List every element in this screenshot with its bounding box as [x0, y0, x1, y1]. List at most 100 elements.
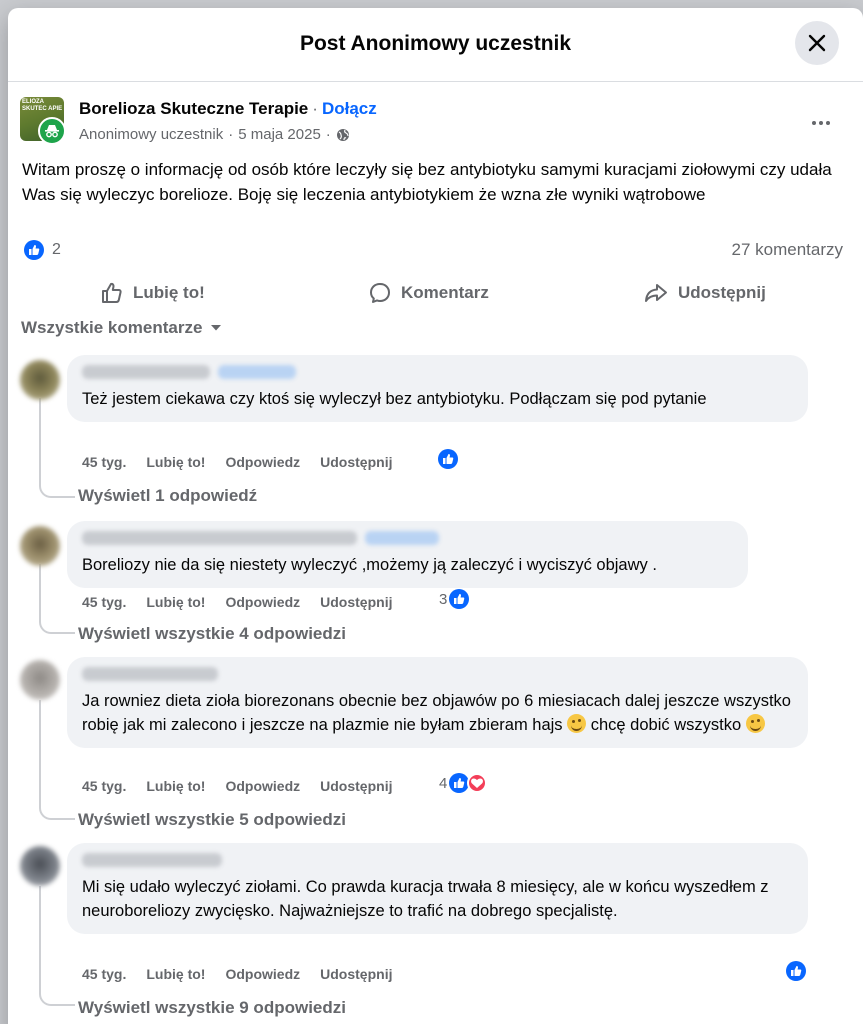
- post-dialog: Post Anonimowy uczestnik ELIOZA SKUTEC A…: [8, 8, 863, 1024]
- comment-actions: 45 tyg. Lubię to! Odpowiedz Udostępnij: [82, 592, 412, 612]
- view-replies-link[interactable]: Wyświetl 1 odpowiedź: [78, 486, 257, 506]
- reaction-count: 3: [439, 590, 448, 608]
- comment-reply-button[interactable]: Odpowiedz: [225, 594, 300, 610]
- comment-text: Ja rowniez dieta zioła biorezonans obecn…: [82, 689, 793, 737]
- comments-filter-label: Wszystkie komentarze: [21, 318, 203, 337]
- thread-line: [39, 886, 41, 992]
- comment-text: Mi się udało wyleczyć ziołami. Co prawda…: [82, 878, 769, 920]
- commenter-name[interactable]: [82, 853, 793, 869]
- comment-count[interactable]: 27 komentarzy: [732, 240, 844, 260]
- comment-reply-button[interactable]: Odpowiedz: [225, 778, 300, 794]
- smirk-emoji-icon: [567, 714, 587, 733]
- comment-time[interactable]: 45 tyg.: [82, 454, 126, 470]
- like-count: 2: [52, 241, 61, 258]
- like-button-label: Lubię to!: [133, 283, 205, 302]
- like-reaction-icon: [438, 449, 458, 469]
- like-reaction-icon: [449, 773, 470, 793]
- group-name-link[interactable]: Borelioza Skuteczne Terapie: [79, 99, 308, 118]
- comment-reactions[interactable]: 3: [439, 589, 470, 609]
- group-name-line: Borelioza Skuteczne Terapie · Dołącz: [79, 99, 377, 119]
- view-replies-link[interactable]: Wyświetl wszystkie 9 odpowiedzi: [78, 998, 346, 1018]
- thumbs-up-icon: [102, 282, 122, 303]
- reactions-summary[interactable]: 2: [24, 240, 61, 260]
- comment-bubble: Też jestem ciekawa czy ktoś się wyleczył…: [67, 355, 808, 422]
- comment-reactions[interactable]: 4: [439, 773, 488, 793]
- commenter-name[interactable]: [82, 365, 793, 381]
- comment-reactions[interactable]: [784, 961, 806, 981]
- comments-filter-dropdown[interactable]: Wszystkie komentarze: [21, 318, 222, 338]
- comment-like-button[interactable]: Lubię to!: [146, 966, 205, 982]
- caret-down-icon: [211, 325, 222, 331]
- post-actions: Lubię to! Komentarz Udostępnij: [8, 272, 863, 314]
- thread-curve: [39, 806, 75, 820]
- separator-dot: ·: [312, 99, 318, 118]
- comment-time[interactable]: 45 tyg.: [82, 778, 126, 794]
- avatar[interactable]: [20, 846, 60, 886]
- comment-like-button[interactable]: Lubię to!: [146, 594, 205, 610]
- view-replies-link[interactable]: Wyświetl wszystkie 4 odpowiedzi: [78, 624, 346, 644]
- close-button[interactable]: [795, 21, 839, 65]
- comment-actions: 45 tyg. Lubię to! Odpowiedz Udostępnij: [82, 452, 412, 472]
- commenter-name[interactable]: [82, 667, 793, 683]
- comment-text: Też jestem ciekawa czy ktoś się wyleczył…: [82, 390, 707, 408]
- post-author: Anonimowy uczestnik: [79, 126, 224, 143]
- share-button[interactable]: Udostępnij: [643, 272, 766, 314]
- like-button[interactable]: Lubię to!: [100, 272, 205, 314]
- share-button-label: Udostępnij: [678, 283, 766, 302]
- comment-button-label: Komentarz: [401, 283, 489, 302]
- anonymous-badge: [38, 117, 66, 145]
- share-icon: [645, 284, 667, 302]
- like-reaction-icon: [449, 589, 470, 609]
- join-button[interactable]: Dołącz: [322, 99, 377, 118]
- group-avatar-text: ELIOZA SKUTEC APIE: [22, 99, 63, 112]
- post-header: ELIOZA SKUTEC APIE Borelioza Skuteczne T…: [20, 97, 851, 153]
- comment-like-button[interactable]: Lubię to!: [146, 454, 205, 470]
- comment-share-button[interactable]: Udostępnij: [320, 966, 392, 982]
- comment-reply-button[interactable]: Odpowiedz: [225, 966, 300, 982]
- globe-icon: [336, 128, 349, 141]
- post-meta: Anonimowy uczestnik · 5 maja 2025 ·: [79, 126, 350, 143]
- comment-share-button[interactable]: Udostępnij: [320, 778, 392, 794]
- comment-text: Boreliozy nie da się niestety wyleczyć ,…: [82, 556, 657, 574]
- comment-button[interactable]: Komentarz: [368, 272, 489, 314]
- avatar[interactable]: [20, 660, 60, 700]
- view-replies-link[interactable]: Wyświetl wszystkie 5 odpowiedzi: [78, 810, 346, 830]
- close-icon: [808, 34, 826, 52]
- comment-actions: 45 tyg. Lubię to! Odpowiedz Udostępnij: [82, 964, 412, 984]
- comment-bubble: Boreliozy nie da się niestety wyleczyć ,…: [67, 521, 748, 588]
- more-icon: [812, 121, 830, 125]
- post-text: Witam proszę o informację od osób które …: [22, 160, 832, 204]
- commenter-name[interactable]: [82, 531, 733, 547]
- meta-dot: ·: [228, 126, 234, 143]
- comment-bubble: Ja rowniez dieta zioła biorezonans obecn…: [67, 657, 808, 748]
- smirk-emoji-icon: [745, 714, 765, 733]
- thread-line: [39, 700, 41, 806]
- like-reaction-icon: [786, 961, 806, 981]
- dialog-header: Post Anonimowy uczestnik: [8, 8, 863, 82]
- comment-reply-button[interactable]: Odpowiedz: [225, 454, 300, 470]
- more-options-button[interactable]: [809, 111, 833, 135]
- comment-like-button[interactable]: Lubię to!: [146, 778, 205, 794]
- thread-line: [39, 564, 41, 620]
- dialog-title: Post Anonimowy uczestnik: [299, 32, 572, 55]
- post-stats: 2 27 komentarzy: [24, 240, 843, 262]
- anonymous-icon: [45, 125, 59, 138]
- avatar[interactable]: [20, 360, 60, 400]
- thread-line: [39, 398, 41, 484]
- comment-reactions[interactable]: [436, 449, 458, 469]
- comment-time[interactable]: 45 tyg.: [82, 966, 126, 982]
- thread-curve: [39, 484, 75, 498]
- avatar[interactable]: [20, 526, 60, 566]
- comment-time[interactable]: 45 tyg.: [82, 594, 126, 610]
- comment-icon: [370, 283, 390, 303]
- meta-dot: ·: [325, 126, 331, 143]
- love-reaction-icon: [467, 773, 488, 793]
- comment-share-button[interactable]: Udostępnij: [320, 594, 392, 610]
- thread-curve: [39, 620, 75, 634]
- comment-text-part: chcę dobić wszystko: [586, 716, 746, 734]
- thread-curve: [39, 992, 75, 1006]
- like-reaction-icon: [24, 240, 44, 260]
- comment-actions: 45 tyg. Lubię to! Odpowiedz Udostępnij: [82, 776, 412, 796]
- post-date[interactable]: 5 maja 2025: [238, 126, 321, 143]
- comment-share-button[interactable]: Udostępnij: [320, 454, 392, 470]
